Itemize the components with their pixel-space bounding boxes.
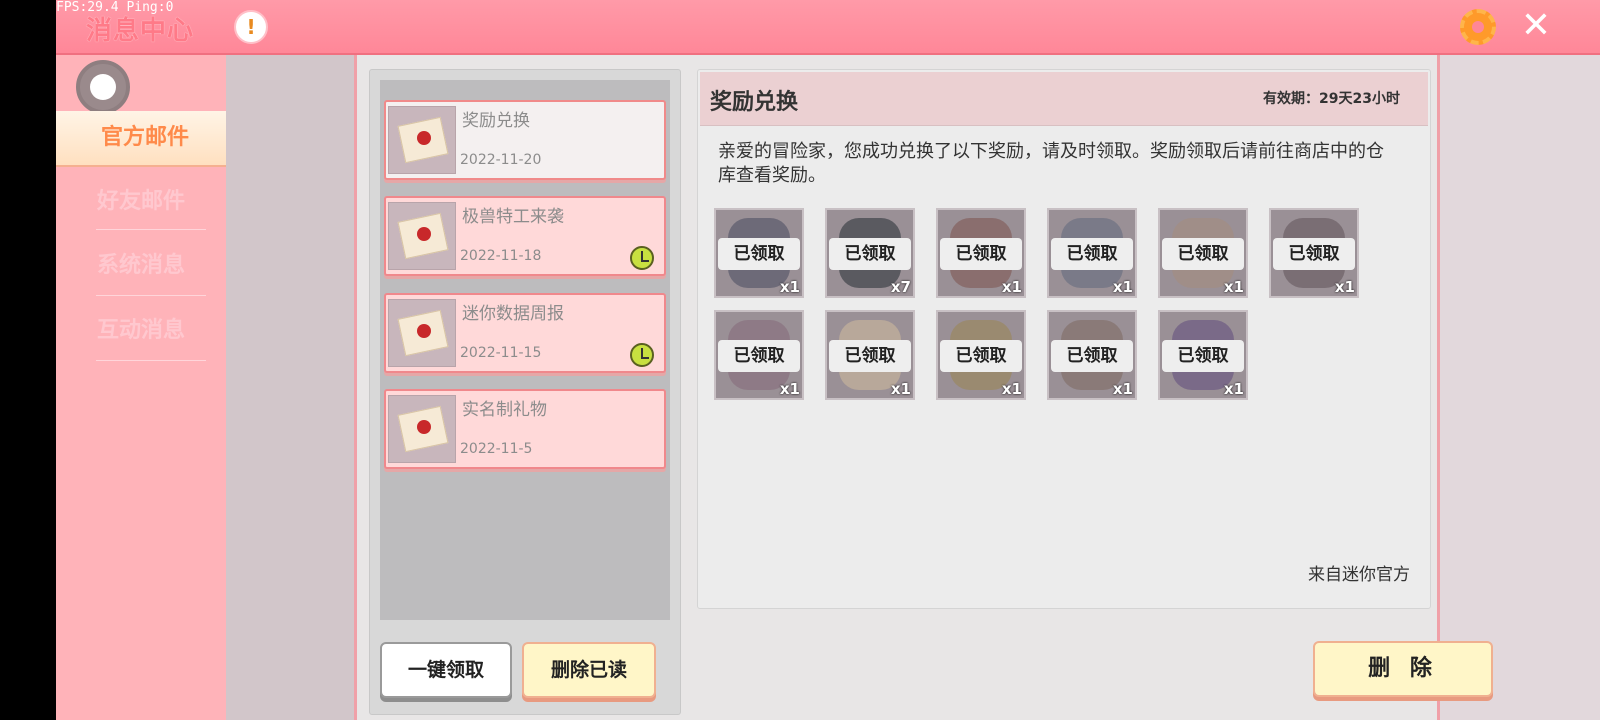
delete-button[interactable]: 删 除: [1313, 641, 1493, 697]
tab-official-mail[interactable]: 官方邮件: [56, 111, 234, 165]
claimed-badge: 已领取: [718, 340, 800, 372]
game-stage: 消息中心 ! ✕ 官方邮件 好友邮件 系统消息 互动消息 奖励兑换 2022-1…: [56, 0, 1600, 720]
page-title: 消息中心: [86, 16, 195, 46]
mail-date: 2022-11-5: [460, 441, 533, 457]
reward-slot[interactable]: 已领取 x1: [1047, 310, 1137, 400]
reward-quantity: x1: [1334, 278, 1355, 296]
clock-icon: [630, 246, 654, 270]
envelope-icon: [388, 395, 456, 463]
reward-slot[interactable]: 已领取 x1: [936, 208, 1026, 298]
background-pattern: [1440, 55, 1600, 720]
sidebar: 官方邮件 好友邮件 系统消息 互动消息: [56, 55, 234, 720]
reward-slot[interactable]: 已领取 x1: [936, 310, 1026, 400]
mail-date: 2022-11-15: [460, 345, 542, 361]
mail-item[interactable]: 迷你数据周报 2022-11-15: [384, 293, 666, 373]
tab-interaction-messages[interactable]: 互动消息: [56, 304, 226, 358]
reward-quantity: x1: [1223, 380, 1244, 398]
tab-friend-mail[interactable]: 好友邮件: [56, 175, 226, 229]
reward-slot[interactable]: 已领取 x1: [1158, 310, 1248, 400]
claimed-badge: 已领取: [1273, 238, 1355, 270]
reward-slot[interactable]: 已领取 x1: [1269, 208, 1359, 298]
mail-date: 2022-11-20: [460, 152, 542, 168]
detail-title: 奖励兑换: [710, 90, 799, 115]
mail-item[interactable]: 奖励兑换 2022-11-20: [384, 100, 666, 180]
mail-title: 奖励兑换: [462, 111, 530, 131]
envelope-icon: [388, 202, 456, 270]
detail-header: 奖励兑换 有效期：29天23小时: [700, 72, 1428, 126]
claimed-badge: 已领取: [1162, 238, 1244, 270]
reward-quantity: x1: [779, 380, 800, 398]
claimed-badge: 已领取: [1051, 340, 1133, 372]
reward-quantity: x1: [1001, 380, 1022, 398]
validity-label: 有效期：29天23小时: [1263, 91, 1400, 107]
gear-icon[interactable]: [1460, 9, 1496, 45]
claim-all-button[interactable]: 一键领取: [380, 642, 512, 698]
fps-counter: FPS:29.4 Ping:0: [56, 0, 174, 15]
mail-item[interactable]: 极兽特工来袭 2022-11-18: [384, 196, 666, 276]
reward-quantity: x1: [890, 380, 911, 398]
reward-slot[interactable]: 已领取 x1: [1047, 208, 1137, 298]
top-bar: 消息中心 ! ✕: [56, 0, 1600, 55]
claimed-badge: 已领取: [829, 238, 911, 270]
mail-title: 极兽特工来袭: [462, 207, 564, 227]
reward-slot[interactable]: 已领取 x1: [1158, 208, 1248, 298]
claimed-badge: 已领取: [1051, 238, 1133, 270]
background-pattern: [226, 55, 354, 720]
divider: [96, 295, 206, 296]
close-icon[interactable]: ✕: [1516, 6, 1556, 46]
mail-body-text: 亲爱的冒险家，您成功兑换了以下奖励，请及时领取。奖励领取后请前往商店中的仓库查看…: [718, 141, 1384, 186]
mail-detail: 奖励兑换 有效期：29天23小时 亲爱的冒险家，您成功兑换了以下奖励，请及时领取…: [697, 69, 1431, 609]
claimed-badge: 已领取: [829, 340, 911, 372]
reward-slot[interactable]: 已领取 x1: [714, 310, 804, 400]
mail-title: 迷你数据周报: [462, 304, 564, 324]
mail-list[interactable]: 奖励兑换 2022-11-20 极兽特工来袭 2022-11-18 迷你数据周报…: [380, 80, 670, 620]
divider: [96, 229, 206, 230]
reward-quantity: x1: [1223, 278, 1244, 296]
envelope-icon: [388, 106, 456, 174]
mail-item[interactable]: 实名制礼物 2022-11-5: [384, 389, 666, 469]
mail-panel: 奖励兑换 2022-11-20 极兽特工来袭 2022-11-18 迷你数据周报…: [354, 55, 1493, 720]
tab-system-messages[interactable]: 系统消息: [56, 239, 226, 293]
exclamation-icon[interactable]: !: [234, 10, 268, 44]
divider: [96, 360, 206, 361]
avatar[interactable]: [76, 60, 130, 114]
claimed-badge: 已领取: [940, 340, 1022, 372]
reward-quantity: x1: [1001, 278, 1022, 296]
reward-slot[interactable]: 已领取 x7: [825, 208, 915, 298]
claimed-badge: 已领取: [718, 238, 800, 270]
envelope-icon: [388, 299, 456, 367]
reward-quantity: x7: [890, 278, 911, 296]
reward-slot[interactable]: 已领取 x1: [825, 310, 915, 400]
clock-icon: [630, 343, 654, 367]
claimed-badge: 已领取: [940, 238, 1022, 270]
mail-title: 实名制礼物: [462, 400, 547, 420]
reward-quantity: x1: [779, 278, 800, 296]
delete-read-button[interactable]: 删除已读: [522, 642, 656, 698]
mail-date: 2022-11-18: [460, 248, 542, 264]
claimed-badge: 已领取: [1162, 340, 1244, 372]
reward-slot[interactable]: 已领取 x1: [714, 208, 804, 298]
reward-quantity: x1: [1112, 380, 1133, 398]
mail-list-frame: 奖励兑换 2022-11-20 极兽特工来袭 2022-11-18 迷你数据周报…: [369, 69, 681, 715]
sender-label: 来自迷你官方: [1308, 565, 1410, 585]
reward-quantity: x1: [1112, 278, 1133, 296]
